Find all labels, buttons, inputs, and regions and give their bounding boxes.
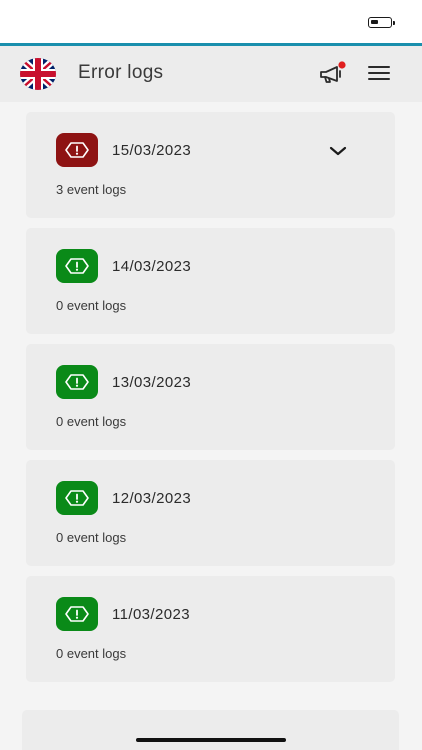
page-title: Error logs: [78, 62, 164, 83]
ok-status-badge: [56, 481, 98, 515]
app-header: Error logs: [0, 46, 422, 102]
ok-status-badge: [56, 597, 98, 631]
log-count: 0 event logs: [56, 298, 127, 313]
megaphone-icon[interactable]: [318, 61, 348, 87]
log-card[interactable]: 11/03/2023 0 event logs: [26, 576, 395, 682]
log-date: 11/03/2023: [112, 606, 190, 623]
log-date: 12/03/2023: [112, 490, 192, 507]
ok-status-badge: [56, 365, 98, 399]
warning-icon: [65, 258, 89, 274]
log-date: 13/03/2023: [112, 374, 192, 391]
battery-icon: [368, 17, 395, 28]
log-date: 15/03/2023: [112, 142, 192, 159]
log-count: 0 event logs: [56, 414, 127, 429]
log-card[interactable]: 12/03/2023 0 event logs: [26, 460, 395, 566]
log-count: 0 event logs: [56, 646, 127, 661]
log-count: 3 event logs: [56, 182, 127, 197]
log-card[interactable]: 15/03/2023 3 event logs: [26, 112, 395, 218]
ok-status-badge: [56, 249, 98, 283]
error-log-list: 15/03/2023 3 event logs 14/03/2023 0 eve…: [26, 112, 395, 692]
chevron-down-icon[interactable]: [328, 144, 348, 158]
log-date: 14/03/2023: [112, 258, 192, 275]
error-status-badge: [56, 133, 98, 167]
log-card[interactable]: 13/03/2023 0 event logs: [26, 344, 395, 450]
uk-flag-icon[interactable]: [20, 58, 56, 90]
warning-icon: [65, 374, 89, 390]
hamburger-menu-icon[interactable]: [366, 62, 392, 84]
log-card-partial: [22, 710, 399, 750]
warning-icon: [65, 142, 89, 158]
warning-icon: [65, 490, 89, 506]
home-indicator: [136, 738, 286, 742]
log-card[interactable]: 14/03/2023 0 event logs: [26, 228, 395, 334]
status-bar: [0, 0, 422, 43]
log-count: 0 event logs: [56, 530, 127, 545]
notification-dot: [338, 61, 346, 69]
warning-icon: [65, 606, 89, 622]
